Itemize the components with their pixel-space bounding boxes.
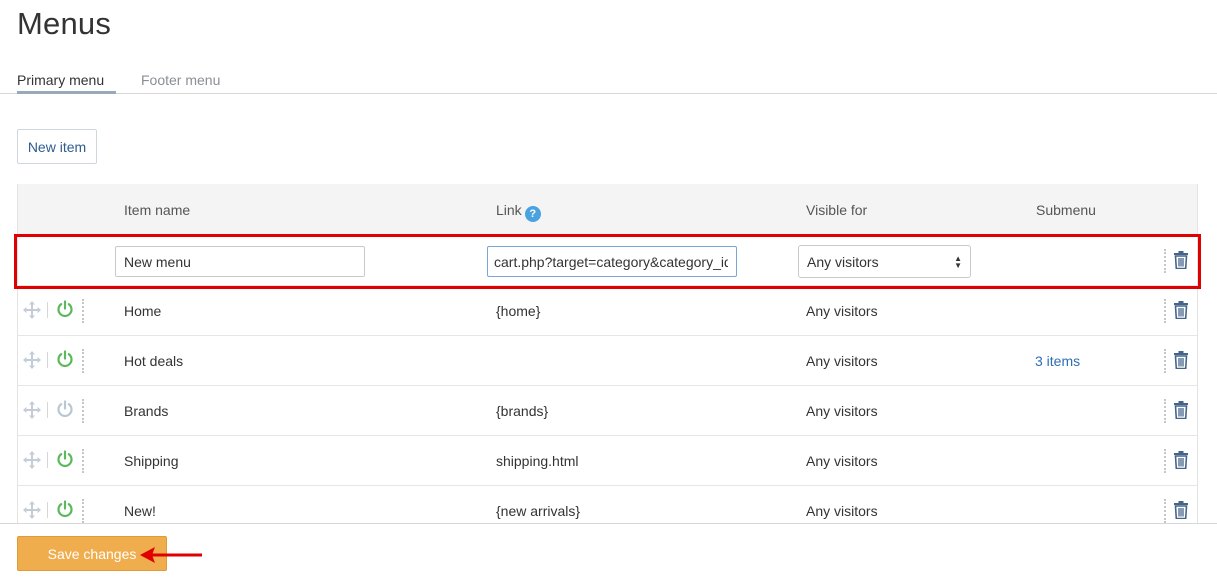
link-input[interactable] (487, 246, 737, 277)
header-link: Link? (496, 202, 541, 222)
move-icon[interactable] (23, 401, 41, 419)
header-submenu: Submenu (1036, 202, 1096, 218)
footer-divider (0, 523, 1217, 524)
item-link: {new arrivals} (496, 503, 581, 519)
item-visible-for: Any visitors (806, 303, 878, 319)
item-link: shipping.html (496, 453, 579, 469)
item-visible-for: Any visitors (806, 503, 878, 519)
item-visible-for: Any visitors (806, 453, 878, 469)
divider (47, 452, 48, 468)
power-on-icon[interactable] (56, 350, 74, 368)
item-link: {home} (496, 303, 541, 319)
row-separator (1164, 249, 1166, 273)
select-arrows-icon: ▲ ▼ (954, 253, 962, 270)
header-link-label: Link (496, 202, 522, 218)
help-icon[interactable]: ? (524, 206, 541, 222)
table-row: Shipping shipping.html Any visitors (18, 436, 1197, 486)
visible-for-selected: Any visitors (807, 253, 879, 270)
item-visible-for: Any visitors (806, 403, 878, 419)
table-row: Brands {brands} Any visitors (18, 386, 1197, 436)
menu-items-table: Item name Link? Visible for Submenu Any … (17, 184, 1198, 524)
trash-icon[interactable] (1173, 451, 1189, 469)
move-icon[interactable] (23, 451, 41, 469)
table-header: Item name Link? Visible for Submenu (18, 184, 1197, 236)
tab-footer-menu[interactable]: Footer menu (141, 72, 220, 93)
item-name[interactable]: Hot deals (124, 353, 183, 369)
table-row: Hot deals Any visitors 3 items (18, 336, 1197, 386)
item-name[interactable]: Brands (124, 403, 168, 419)
item-name[interactable]: Home (124, 303, 161, 319)
item-link: {brands} (496, 403, 549, 419)
move-icon[interactable] (23, 301, 41, 319)
row-separator (82, 449, 84, 473)
row-separator (1164, 299, 1166, 323)
power-on-icon[interactable] (56, 300, 74, 318)
power-on-icon[interactable] (56, 450, 74, 468)
power-on-icon[interactable] (56, 500, 74, 518)
item-name[interactable]: Shipping (124, 453, 179, 469)
visible-for-select[interactable]: Any visitors ▲ ▼ (798, 245, 971, 278)
table-row: New! {new arrivals} Any visitors (18, 486, 1197, 524)
header-visible-for: Visible for (806, 202, 868, 218)
trash-icon[interactable] (1173, 301, 1189, 319)
trash-icon[interactable] (1173, 251, 1189, 269)
move-icon[interactable] (23, 501, 41, 519)
row-separator (82, 349, 84, 373)
page-title: Menus (17, 6, 112, 41)
item-name-input[interactable] (115, 246, 365, 277)
row-separator (82, 499, 84, 523)
item-visible-for: Any visitors (806, 353, 878, 369)
move-icon[interactable] (23, 351, 41, 369)
divider (47, 352, 48, 368)
item-name[interactable]: New! (124, 503, 156, 519)
trash-icon[interactable] (1173, 351, 1189, 369)
trash-icon[interactable] (1173, 401, 1189, 419)
row-separator (1164, 499, 1166, 523)
submenu-items-link[interactable]: 3 items (1035, 353, 1080, 369)
divider (47, 402, 48, 418)
row-separator (1164, 349, 1166, 373)
table-row: Home {home} Any visitors (18, 286, 1197, 336)
tab-primary-menu[interactable]: Primary menu (17, 72, 116, 94)
tab-bar: Primary menu Footer menu (0, 70, 1217, 94)
row-separator (1164, 449, 1166, 473)
annotation-arrow-icon (140, 547, 202, 563)
row-separator (82, 399, 84, 423)
divider (47, 302, 48, 318)
divider (47, 502, 48, 518)
header-item-name: Item name (124, 202, 191, 218)
new-item-edit-row: Any visitors ▲▼ (18, 236, 1197, 286)
row-separator (82, 299, 84, 323)
new-item-button[interactable]: New item (17, 129, 97, 164)
trash-icon[interactable] (1173, 501, 1189, 519)
row-separator (1164, 399, 1166, 423)
power-off-icon[interactable] (56, 400, 74, 418)
